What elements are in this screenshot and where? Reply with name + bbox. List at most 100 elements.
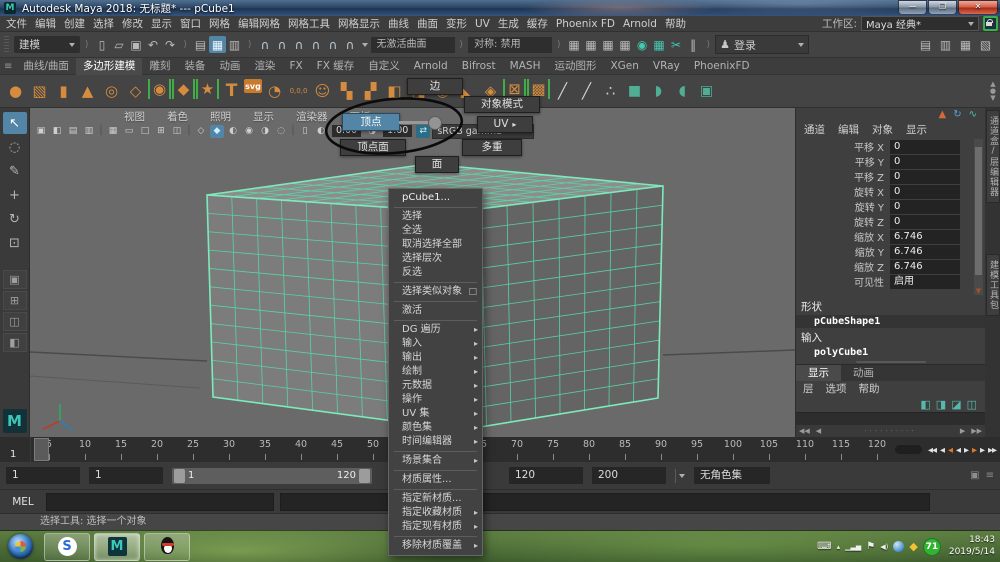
save-scene-icon[interactable]: ▣ bbox=[128, 36, 145, 53]
context-menu-item[interactable]: 选择类似对象 □ bbox=[389, 285, 482, 299]
animation-end-field[interactable]: 200 bbox=[592, 467, 666, 484]
context-menu-item[interactable]: pCube1... bbox=[389, 191, 482, 205]
exposure-icon[interactable]: ◐ bbox=[314, 125, 328, 138]
multi-cut-icon[interactable]: ╱ bbox=[575, 79, 598, 103]
tab-channel-box-layer-editor[interactable]: 通道盒/层编辑器 bbox=[986, 110, 1000, 203]
channel-value[interactable]: 6.746 bbox=[890, 229, 960, 244]
playback-button[interactable]: ◀ bbox=[955, 446, 961, 454]
render-settings-icon[interactable]: ▦ bbox=[617, 36, 634, 53]
shelf-tab[interactable]: PhoenixFD bbox=[687, 58, 757, 75]
timeline-tick[interactable]: 15 bbox=[103, 437, 139, 462]
tray-shield-icon[interactable]: ◆ bbox=[909, 540, 917, 553]
command-result[interactable] bbox=[280, 492, 930, 511]
playhead[interactable] bbox=[34, 438, 49, 461]
ao-icon[interactable]: ◌ bbox=[274, 125, 288, 138]
layer-move-icon[interactable]: ◫ bbox=[967, 398, 977, 411]
playback-start-field[interactable]: 1 bbox=[89, 467, 163, 484]
login-dropdown[interactable]: ♟ 登录 bbox=[715, 35, 810, 54]
render-sequence-icon[interactable]: ▦ bbox=[651, 36, 668, 53]
shelf-tab[interactable]: 多边形建模 bbox=[75, 57, 143, 75]
bool-intersect-icon[interactable]: ◖ bbox=[671, 79, 694, 103]
timeline-tick[interactable]: 95 bbox=[679, 437, 715, 462]
sep[interactable]: │ bbox=[98, 125, 104, 138]
image-plane-icon[interactable]: ▥ bbox=[82, 125, 96, 138]
taskbar-sogou-button[interactable]: S bbox=[44, 532, 90, 561]
timeline-tick[interactable]: 115 bbox=[823, 437, 859, 462]
maximize-button[interactable]: ❐ bbox=[928, 0, 957, 15]
layer-new-selected-icon[interactable]: ◪ bbox=[951, 398, 961, 411]
lights-icon[interactable]: ◉ bbox=[242, 125, 256, 138]
context-menu-item[interactable]: 移除材质覆盖 ▸ bbox=[389, 539, 482, 553]
timeline-tick[interactable]: 105 bbox=[751, 437, 787, 462]
range-slider[interactable]: 1 120 bbox=[172, 467, 372, 484]
channel-box-menu[interactable]: 通道 bbox=[804, 122, 825, 137]
context-menu-item[interactable] bbox=[394, 489, 477, 490]
context-menu-item[interactable]: 材质属性... bbox=[389, 473, 482, 487]
mirror-icon[interactable]: ▞ bbox=[359, 79, 382, 103]
grid-toggle-icon[interactable]: ▦ bbox=[106, 125, 120, 138]
snap-view-plane-icon[interactable]: ∩ bbox=[325, 36, 342, 53]
channel-refresh-icon[interactable]: ↻ bbox=[953, 110, 961, 120]
tray-signal-icon[interactable]: ▁▃▅ bbox=[845, 542, 861, 552]
context-menu-item[interactable]: 输出 ▸ bbox=[389, 351, 482, 365]
redo-icon[interactable]: ↷ bbox=[162, 36, 179, 53]
sep[interactable]: │ bbox=[186, 125, 192, 138]
sep[interactable]: │ bbox=[290, 125, 296, 138]
context-menu-item[interactable]: 时间编辑器 ▸ bbox=[389, 435, 482, 449]
channel-value[interactable]: 0 bbox=[890, 139, 960, 154]
channel-box-menu[interactable]: 编辑 bbox=[838, 122, 859, 137]
poly-sphere-icon[interactable]: ● bbox=[4, 79, 27, 103]
snap-projected-center-icon[interactable]: ∩ bbox=[308, 36, 325, 53]
channel-graph-icon[interactable]: ∿ bbox=[969, 110, 977, 120]
bool-union-icon[interactable]: ■ bbox=[623, 79, 646, 103]
poly-torus-icon[interactable]: ◎ bbox=[100, 79, 123, 103]
timeline-tick[interactable]: 80 bbox=[571, 437, 607, 462]
title-bar[interactable]: M Autodesk Maya 2018: 无标题* --- pCube1 — … bbox=[0, 0, 1000, 16]
timeline-tick[interactable]: 25 bbox=[175, 437, 211, 462]
rotate-tool-icon[interactable]: ↻ bbox=[3, 208, 27, 230]
snap-grid-icon[interactable]: ∩ bbox=[257, 36, 274, 53]
bool-difference-icon[interactable]: ◗ bbox=[647, 79, 670, 103]
layer-editor-tab[interactable]: 显示 bbox=[796, 365, 841, 381]
scroll-down-icon[interactable]: ▼ bbox=[974, 287, 983, 295]
tray-network-icon[interactable] bbox=[893, 541, 905, 552]
render-view-icon[interactable]: ▦ bbox=[566, 36, 583, 53]
shelf-tab[interactable]: 雕刻 bbox=[142, 58, 177, 75]
scrollbar-thumb[interactable] bbox=[975, 147, 982, 275]
playback-button[interactable]: ▶ bbox=[971, 446, 977, 454]
marking-menu-vertex[interactable]: 顶点 bbox=[342, 113, 400, 131]
tray-battery-badge[interactable]: 71 bbox=[922, 537, 941, 556]
close-button[interactable]: ✕ bbox=[958, 0, 998, 15]
move-tool-icon[interactable]: + bbox=[3, 184, 27, 206]
menubar-item[interactable]: 缓存 bbox=[523, 18, 552, 30]
toolbox-extra-4-icon[interactable]: ▧ bbox=[977, 36, 994, 53]
scale-tool-icon[interactable]: ⊡ bbox=[3, 232, 27, 254]
menubar-item[interactable]: 编辑网格 bbox=[234, 18, 284, 30]
select-tool-icon[interactable]: ↖ bbox=[2, 112, 27, 134]
menubar-item[interactable]: UV bbox=[471, 18, 494, 30]
channel-value[interactable]: 0 bbox=[890, 214, 960, 229]
combine-icon[interactable]: ◧ bbox=[383, 79, 406, 103]
context-menu-item[interactable] bbox=[394, 320, 477, 321]
layer-editor-menu[interactable]: 帮助 bbox=[859, 381, 880, 396]
context-menu-item[interactable]: 场景集合 ▸ bbox=[389, 454, 482, 468]
context-menu-item[interactable]: 操作 ▸ bbox=[389, 393, 482, 407]
marking-menu-face[interactable]: 面 bbox=[415, 156, 459, 173]
resolution-gate-icon[interactable]: □ bbox=[138, 125, 152, 138]
undo-icon[interactable]: ↶ bbox=[145, 36, 162, 53]
timeline-tick[interactable]: 75 bbox=[535, 437, 571, 462]
workspace-lock-icon[interactable] bbox=[983, 16, 998, 31]
render-frame-icon[interactable]: ▦ bbox=[583, 36, 600, 53]
vertical-scrollbar[interactable]: ▼ bbox=[974, 139, 983, 295]
shelf-tab[interactable]: MASH bbox=[503, 58, 548, 75]
channel-triad-icon[interactable]: ▲ bbox=[939, 110, 947, 120]
context-menu-item[interactable]: 选择层次 bbox=[389, 252, 482, 266]
ipr-render-icon[interactable]: ▦ bbox=[600, 36, 617, 53]
wireframe-mode-icon[interactable]: ◇ bbox=[194, 125, 208, 138]
playback-button[interactable]: ◀ bbox=[939, 446, 945, 454]
tray-volume-icon[interactable]: ◀) bbox=[880, 542, 888, 552]
bool-cube-icon[interactable]: ▣ bbox=[695, 79, 718, 103]
layer-new-empty-icon[interactable]: ◧ bbox=[920, 398, 930, 411]
menubar-item[interactable]: 变形 bbox=[442, 18, 471, 30]
menubar-item[interactable]: 网格 bbox=[205, 18, 234, 30]
